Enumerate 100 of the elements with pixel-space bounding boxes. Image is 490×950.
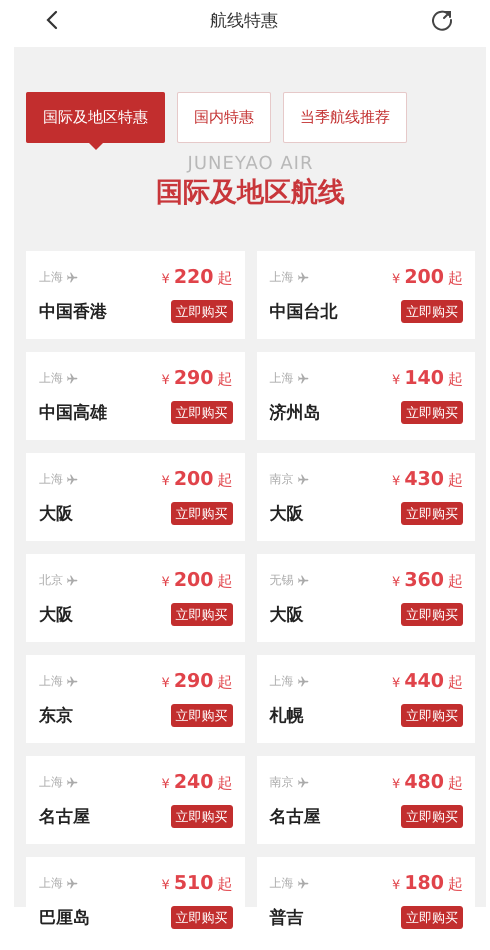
price-suffix: 起 [448,471,463,490]
airplane-icon [296,674,310,688]
price-suffix: 起 [448,875,463,894]
buy-button[interactable]: 立即购买 [401,906,463,929]
airplane-icon [66,674,79,688]
buy-button[interactable]: 立即购买 [401,805,463,828]
route-card[interactable]: 南京 ¥ 480 起 名古屋 立即购买 [256,756,475,844]
buy-button[interactable]: 立即购买 [170,401,232,424]
price-amount: 290 [174,670,214,692]
destination-city: 名古屋 [39,806,90,828]
airplane-icon [296,472,310,486]
price-amount: 360 [404,569,444,591]
origin-city: 北京 [39,572,63,588]
route-card[interactable]: 上海 ¥ 220 起 中国香港 立即购买 [26,251,244,339]
currency-sign: ¥ [162,373,170,388]
price-amount: 220 [174,266,214,288]
currency-sign: ¥ [392,474,400,489]
price-amount: 140 [404,367,444,389]
route-card[interactable]: 上海 ¥ 440 起 札幌 立即购买 [256,655,475,743]
airplane-icon [66,472,79,486]
refresh-icon[interactable] [430,8,454,32]
price-amount: 180 [404,872,444,894]
route-card[interactable]: 无锡 ¥ 360 起 大阪 立即购买 [256,554,475,642]
route-card[interactable]: 上海 ¥ 200 起 中国台北 立即购买 [256,251,475,339]
price-suffix: 起 [448,774,463,793]
price-amount: 200 [174,468,214,490]
tab-pointer-icon [88,143,102,150]
currency-sign: ¥ [162,272,170,287]
airplane-icon [66,776,79,788]
airplane-icon [66,372,79,384]
currency-sign: ¥ [162,878,170,893]
price-suffix: 起 [448,572,463,591]
currency-sign: ¥ [162,474,170,489]
currency-sign: ¥ [162,777,170,792]
price-suffix: 起 [448,673,463,692]
destination-city: 札幌 [270,705,304,727]
tab[interactable]: 当季航线推荐 [283,92,407,143]
origin-city: 上海 [39,874,63,892]
price-amount: 440 [404,670,444,692]
buy-button[interactable]: 立即购买 [170,603,232,626]
tab[interactable]: 国内特惠 [177,92,271,143]
origin-city: 上海 [39,672,63,690]
tab[interactable]: 国际及地区特惠 [26,92,165,143]
brand-backdrop-text: JUNEYAO AIR [188,154,314,174]
buy-button[interactable]: 立即购买 [170,300,232,323]
route-card[interactable]: 上海 ¥ 290 起 中国高雄 立即购买 [26,352,244,440]
currency-sign: ¥ [162,575,170,590]
airplane-icon [296,372,310,384]
price-amount: 240 [174,771,214,793]
buy-button[interactable]: 立即购买 [401,401,463,424]
airplane-icon [66,270,79,284]
route-card[interactable]: 上海 ¥ 240 起 名古屋 立即购买 [26,756,244,844]
buy-button[interactable]: 立即购买 [170,906,232,929]
route-card[interactable]: 上海 ¥ 140 起 济州岛 立即购买 [256,352,475,440]
buy-button[interactable]: 立即购买 [170,502,232,525]
route-card[interactable]: 上海 ¥ 290 起 东京 立即购买 [26,655,244,743]
airplane-icon [296,776,310,788]
origin-city: 上海 [270,268,294,286]
destination-city: 巴厘岛 [39,907,90,929]
back-icon[interactable] [46,10,58,30]
route-card[interactable]: 南京 ¥ 430 起 大阪 立即购买 [256,453,475,541]
price-amount: 480 [404,771,444,793]
price-suffix: 起 [218,370,232,389]
origin-city: 上海 [39,268,63,286]
origin-city: 上海 [39,470,63,488]
price-amount: 290 [174,367,214,389]
origin-city: 无锡 [270,572,294,588]
price-amount: 200 [404,266,444,288]
destination-city: 普吉 [270,907,304,929]
price-suffix: 起 [218,572,232,591]
airplane-icon [296,574,310,586]
route-card[interactable]: 北京 ¥ 200 起 大阪 立即购买 [26,554,244,642]
airplane-icon [296,270,310,284]
price-suffix: 起 [448,370,463,389]
buy-button[interactable]: 立即购买 [170,805,232,828]
origin-city: 上海 [270,672,294,690]
currency-sign: ¥ [392,676,400,691]
destination-city: 大阪 [39,604,73,626]
price-suffix: 起 [218,471,232,490]
price-suffix: 起 [218,875,232,894]
route-card[interactable]: 上海 ¥ 200 起 大阪 立即购买 [26,453,244,541]
buy-button[interactable]: 立即购买 [170,704,232,727]
page-title: 航线特惠 [210,10,278,32]
origin-city: 上海 [39,370,63,386]
buy-button[interactable]: 立即购买 [401,704,463,727]
currency-sign: ¥ [392,878,400,893]
currency-sign: ¥ [162,676,170,691]
airplane-icon [66,876,79,890]
buy-button[interactable]: 立即购买 [401,603,463,626]
airplane-icon [66,574,79,586]
destination-city: 大阪 [270,503,304,525]
buy-button[interactable]: 立即购买 [401,502,463,525]
currency-sign: ¥ [392,272,400,287]
destination-city: 济州岛 [270,402,320,424]
buy-button[interactable]: 立即购买 [401,300,463,323]
currency-sign: ¥ [392,777,400,792]
price-suffix: 起 [218,673,232,692]
section-title: 国际及地区航线 [156,176,345,210]
origin-city: 上海 [39,774,63,790]
destination-city: 中国台北 [270,301,338,323]
